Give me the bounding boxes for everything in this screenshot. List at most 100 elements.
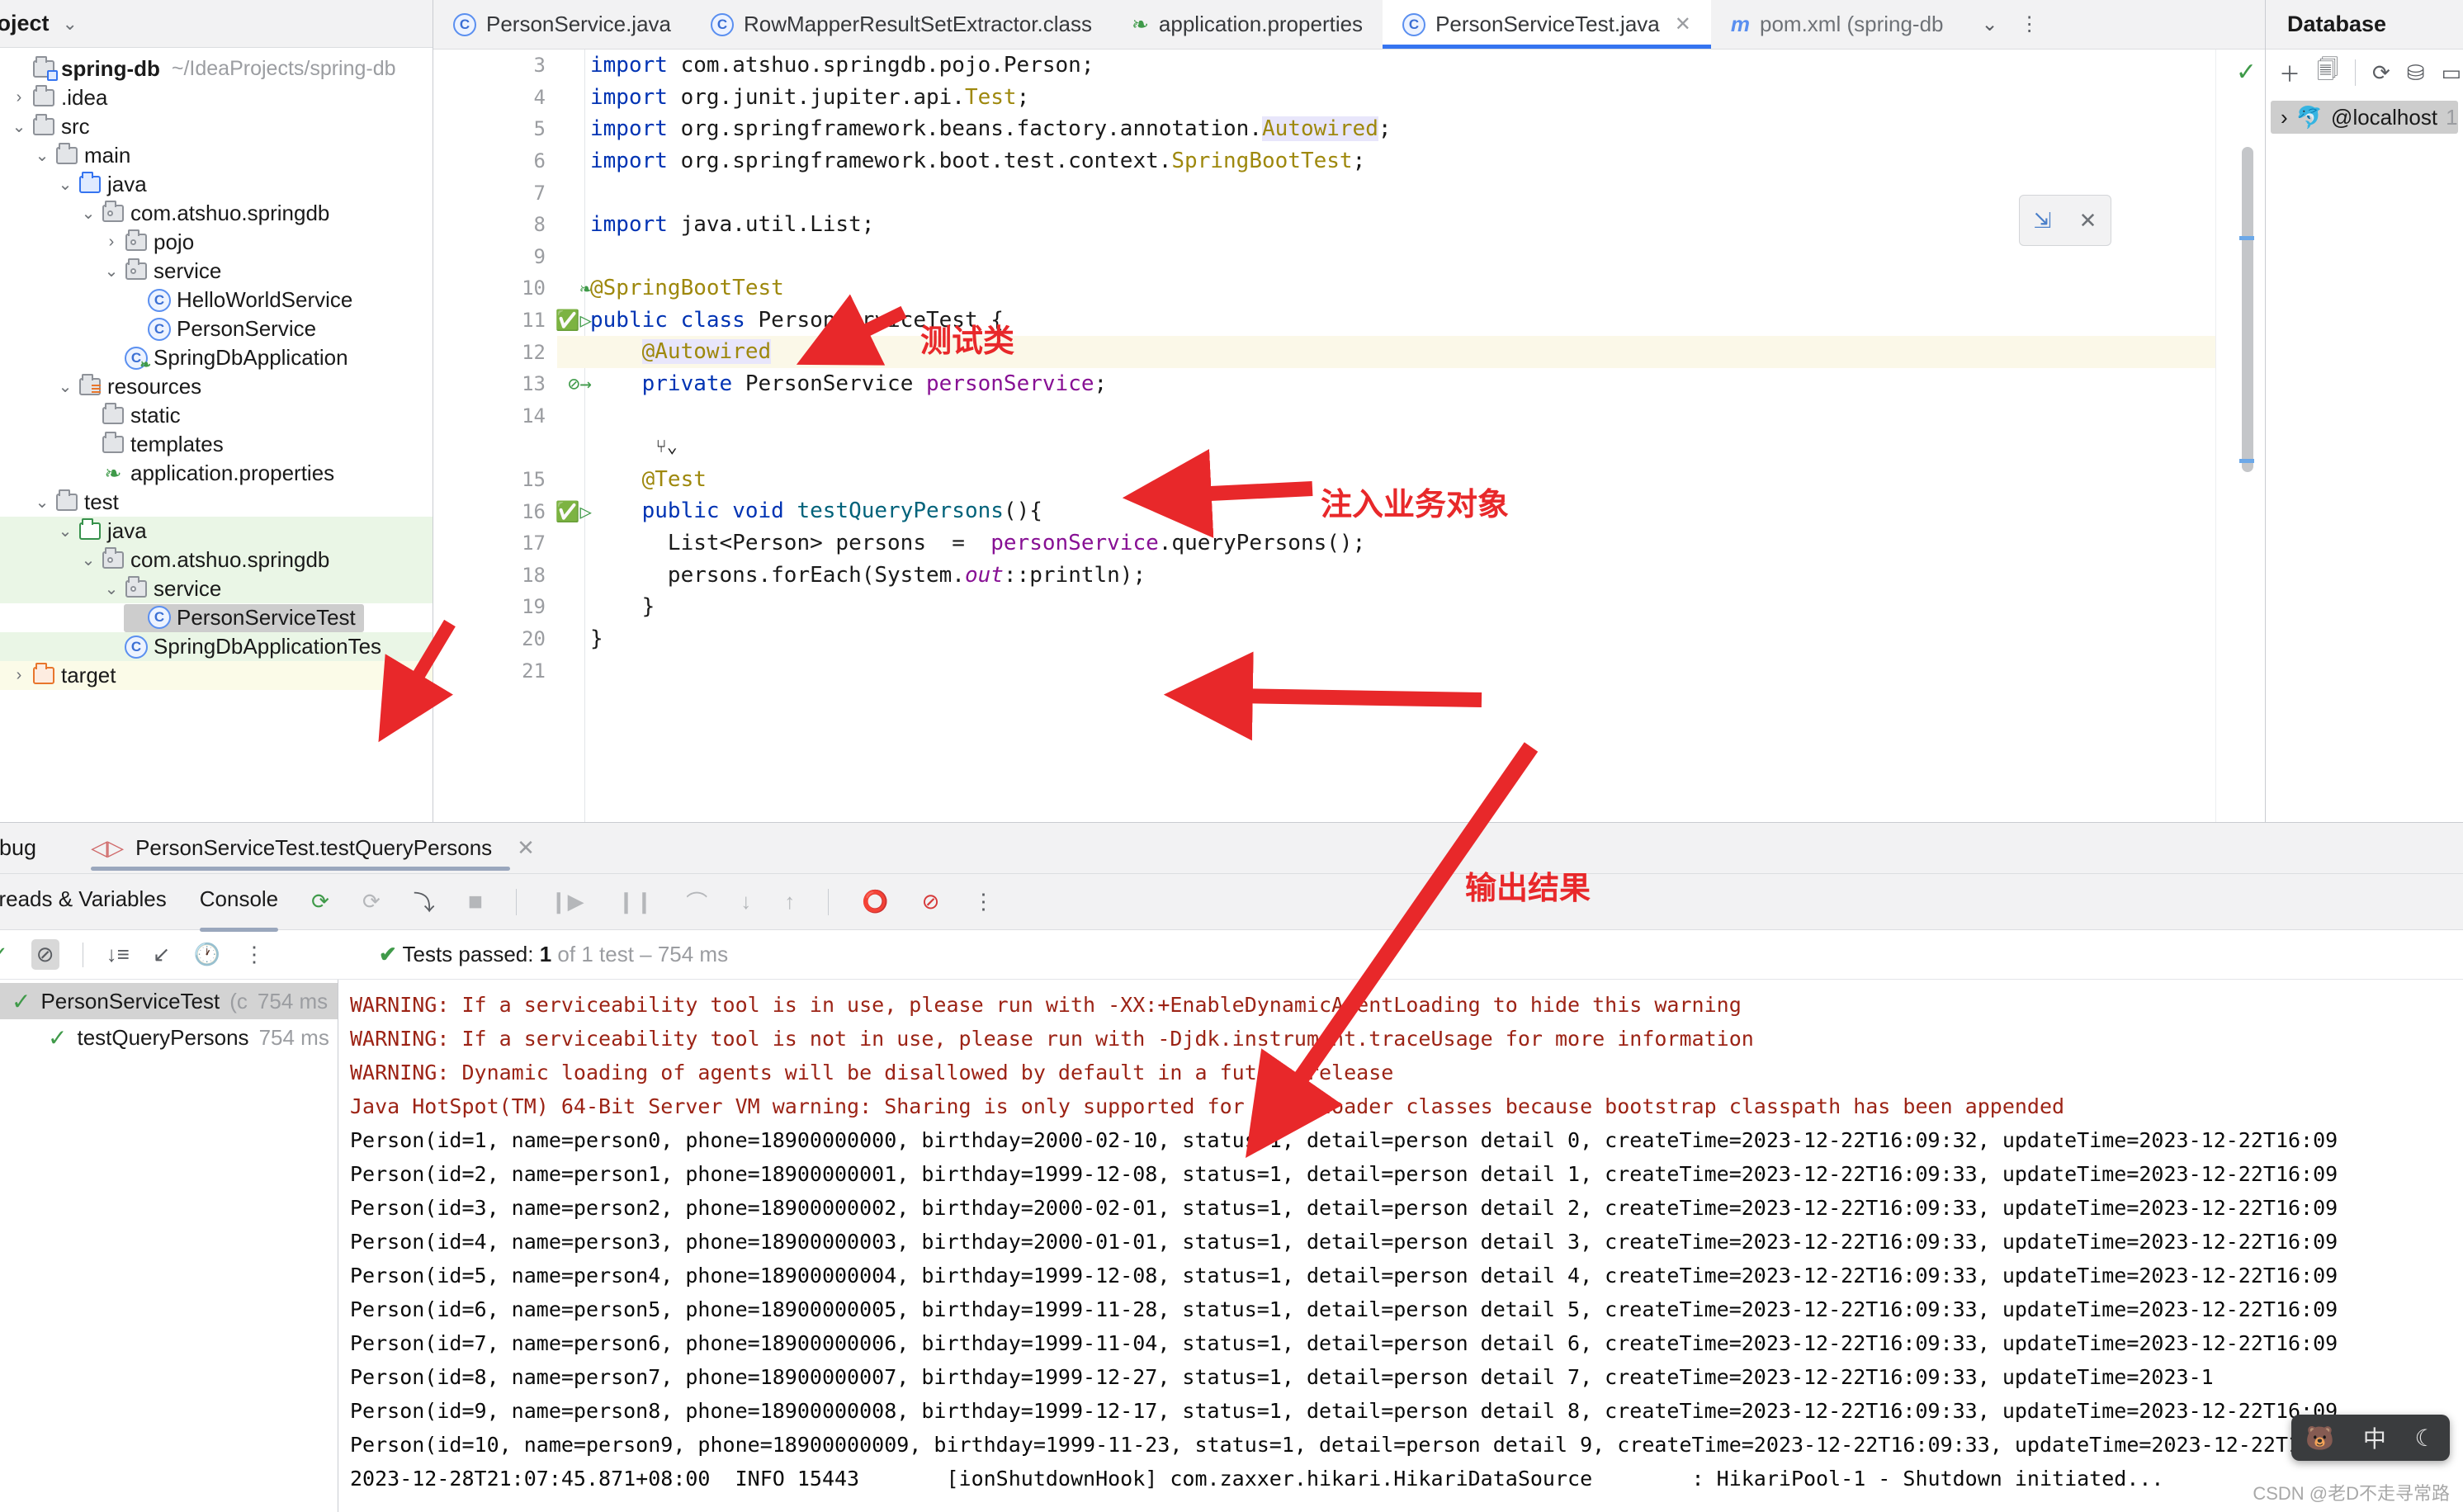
code-line[interactable]: import com.atshuo.springdb.pojo.Person; bbox=[590, 50, 2215, 82]
stop-icon[interactable]: ■ bbox=[468, 888, 483, 916]
more-icon[interactable]: ⋮ bbox=[972, 889, 994, 914]
project-tree-item[interactable]: ⌄ com.atshuo.springdb bbox=[0, 546, 433, 574]
step-into-icon[interactable]: ↓ bbox=[740, 889, 751, 914]
pause-icon[interactable]: ❙❙ bbox=[617, 889, 654, 914]
editor-scrollbar-rail[interactable]: ✓ bbox=[2215, 50, 2265, 822]
code-line[interactable]: private PersonService personService; bbox=[590, 368, 2215, 400]
project-tree-item[interactable]: ⌄ com.atshuo.springdb bbox=[0, 199, 433, 228]
gutter-line-number[interactable]: 17 bbox=[433, 527, 557, 560]
test-result-row[interactable]: ✓ testQueryPersons 754 ms bbox=[0, 1019, 338, 1056]
editor-tab-pom-xml--spring-db[interactable]: m pom.xml (spring-db bbox=[1711, 0, 1964, 49]
rerun-failed-icon[interactable]: ⟳ bbox=[362, 889, 381, 914]
show-passed-icon[interactable]: ✓ bbox=[0, 942, 8, 967]
refresh-icon[interactable]: ⟳ bbox=[2372, 60, 2390, 86]
project-tree-item[interactable]: C PersonServiceTest bbox=[0, 603, 433, 632]
chevron-right-icon[interactable]: › bbox=[8, 666, 30, 685]
code-line[interactable]: import org.springframework.boot.test.con… bbox=[590, 145, 2215, 177]
gutter-line-number[interactable]: 14 bbox=[433, 400, 557, 432]
resume-icon[interactable]: ❙▶ bbox=[550, 889, 584, 914]
collapse-all-icon[interactable]: ↙ bbox=[153, 942, 171, 967]
gutter-line-number[interactable]: 6 bbox=[433, 145, 557, 177]
jump-to-source-icon[interactable]: ⇲ bbox=[2034, 208, 2052, 234]
project-tree-item[interactable]: C ❧ SpringDbApplication bbox=[0, 343, 433, 372]
project-tree-item[interactable]: ⌄ resources bbox=[0, 372, 433, 401]
chevron-down-icon[interactable]: ⌄ bbox=[78, 203, 99, 224]
editor-scroll-thumb[interactable] bbox=[2242, 147, 2253, 472]
duplicate-icon[interactable]: 🗐 bbox=[2317, 54, 2338, 91]
more-options-icon[interactable]: ⋮ bbox=[243, 942, 265, 967]
test-result-row[interactable]: ✓ PersonServiceTest (c 754 ms bbox=[0, 983, 338, 1019]
gutter-line-number[interactable]: 19 bbox=[433, 591, 557, 623]
chevron-down-icon[interactable]: ⌄ bbox=[101, 579, 122, 599]
editor-tab-personservicetest-java[interactable]: C PersonServiceTest.java ✕ bbox=[1383, 0, 1711, 49]
moon-icon[interactable]: ☾ bbox=[2415, 1425, 2436, 1452]
console-output[interactable]: WARNING: If a serviceability tool is in … bbox=[338, 980, 2463, 1512]
code-line[interactable]: import org.springframework.beans.factory… bbox=[590, 113, 2215, 145]
code-editor[interactable]: 3 4 5 6 7 8 9 10 ❧ 11 ✅▷ 12 13 ⊘→ 14 15 16 ✅▷ 17 18 19 20 21 i… bbox=[433, 50, 2265, 822]
project-tree-item[interactable]: ⌄ java bbox=[0, 517, 433, 546]
project-tree-item[interactable]: ❧ application.properties bbox=[0, 459, 433, 488]
ime-mode-label[interactable]: 中 bbox=[2363, 1421, 2386, 1454]
code-line[interactable]: import java.util.List; bbox=[590, 209, 2215, 241]
more-icon[interactable]: ⋮ bbox=[2020, 12, 2040, 36]
run-configuration-tab[interactable]: ◁▷ PersonServiceTest.testQueryPersons ✕ bbox=[91, 835, 535, 871]
inspection-status-icon[interactable]: ✓ bbox=[2236, 58, 2257, 87]
open-console-icon[interactable]: ▭ bbox=[2442, 60, 2462, 86]
add-icon[interactable]: ＋ bbox=[2279, 58, 2300, 88]
chevron-down-icon[interactable]: ⌄ bbox=[31, 492, 53, 513]
code-line[interactable] bbox=[590, 654, 2215, 687]
editor-tab-personservice-java[interactable]: C PersonService.java bbox=[433, 0, 691, 49]
code-line[interactable] bbox=[590, 400, 2215, 432]
gutter-line-number[interactable]: 9 bbox=[433, 241, 557, 273]
project-tree-item[interactable]: ⌄ main bbox=[0, 141, 433, 170]
editor-floating-toolbar[interactable]: ⇲ ✕ bbox=[2019, 195, 2111, 246]
gutter-line-number[interactable]: 4 bbox=[433, 82, 557, 114]
code-line[interactable]: @Autowired bbox=[557, 336, 2215, 368]
editor-gutter[interactable]: 3 4 5 6 7 8 9 10 ❧ 11 ✅▷ 12 13 ⊘→ 14 15 16 ✅▷ 17 18 19 20 21 bbox=[433, 50, 592, 822]
hide-ignored-icon[interactable]: ⊘ bbox=[31, 939, 59, 970]
code-line[interactable]: public class PersonServiceTest { bbox=[590, 305, 2215, 337]
sort-alpha-icon[interactable]: ↓≡ bbox=[106, 942, 130, 967]
code-text[interactable]: import com.atshuo.springdb.pojo.Person; i… bbox=[557, 50, 2215, 822]
chevron-down-icon[interactable]: ⌄ bbox=[31, 145, 53, 166]
tab-threads-and-variables[interactable]: hreads & Variables bbox=[0, 886, 167, 917]
view-breakpoints-icon[interactable]: ⊘ bbox=[922, 889, 940, 914]
code-inlay-hint[interactable]: ⑂⌄ bbox=[590, 432, 2215, 464]
chevron-down-icon[interactable]: ⌄ bbox=[8, 116, 30, 137]
project-tree-item[interactable]: ⌄ test bbox=[0, 488, 433, 517]
code-line[interactable]: persons.forEach(System.out::println); bbox=[590, 560, 2215, 592]
project-tree-item[interactable]: ⌄ src bbox=[0, 112, 433, 141]
gutter-line-number[interactable]: 21 bbox=[433, 654, 557, 687]
mute-breakpoints-icon[interactable]: ⭕ bbox=[862, 889, 888, 914]
tab-console[interactable]: Console bbox=[199, 886, 279, 932]
project-panel-header[interactable]: roject ⌄ bbox=[0, 0, 433, 48]
db-settings-icon[interactable]: ⛁ bbox=[2407, 60, 2425, 86]
project-tree-item[interactable]: › pojo bbox=[0, 228, 433, 257]
test-result-tree[interactable]: ✓ PersonServiceTest (c 754 ms ✓ testQueryPers… bbox=[0, 980, 338, 1512]
project-tree-item[interactable]: ⌄ java bbox=[0, 170, 433, 199]
gutter-line-number[interactable]: 18 bbox=[433, 560, 557, 592]
project-tree-item[interactable]: static bbox=[0, 401, 433, 430]
code-line[interactable] bbox=[590, 241, 2215, 273]
editor-tab-rowmapperresultsetextractor-class[interactable]: C RowMapperResultSetExtractor.class bbox=[691, 0, 1112, 49]
gutter-line-number[interactable]: 5 bbox=[433, 113, 557, 145]
gutter-line-number[interactable]: 15 bbox=[433, 464, 557, 496]
step-out-icon[interactable]: ↑ bbox=[784, 889, 795, 914]
history-icon[interactable]: 🕐 bbox=[194, 942, 220, 967]
gutter-line-number[interactable]: 10 ❧ bbox=[433, 272, 592, 305]
code-line[interactable]: List<Person> persons = personService.que… bbox=[590, 527, 2215, 560]
project-file-tree[interactable]: spring-db ~/IdeaProjects/spring-db › .idea ⌄… bbox=[0, 48, 433, 822]
gutter-line-number[interactable]: 12 bbox=[433, 336, 557, 368]
gutter-line-number[interactable]: 13 ⊘→ bbox=[433, 368, 592, 400]
gutter-line-number[interactable]: 7 bbox=[433, 177, 557, 209]
chevron-down-icon[interactable]: ⌄ bbox=[54, 521, 76, 541]
code-line[interactable]: } bbox=[590, 591, 2215, 623]
chevron-right-icon[interactable]: › bbox=[8, 88, 30, 107]
gutter-line-number[interactable]: 11 ✅▷ bbox=[433, 305, 592, 337]
chevron-down-icon[interactable]: ⌄ bbox=[101, 261, 122, 281]
close-icon[interactable]: ✕ bbox=[2079, 208, 2097, 234]
project-tree-item[interactable]: C PersonService bbox=[0, 314, 433, 343]
project-tree-item[interactable]: C SpringDbApplicationTes bbox=[0, 632, 433, 661]
chevron-down-icon[interactable]: ⌄ bbox=[54, 174, 76, 195]
ime-indicator[interactable]: 🐻 中 ☾ bbox=[2291, 1415, 2450, 1461]
